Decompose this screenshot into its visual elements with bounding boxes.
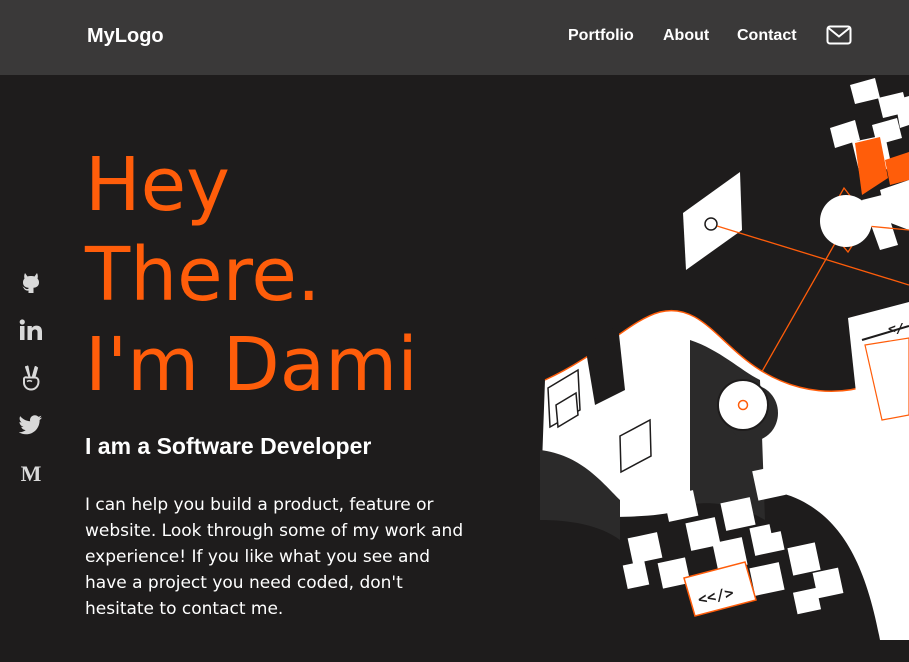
linkedin-icon[interactable] bbox=[18, 317, 44, 343]
envelope-icon[interactable] bbox=[826, 25, 852, 45]
hero-illustration: </ <</> bbox=[520, 75, 909, 658]
floating-panel bbox=[683, 172, 742, 270]
nav-link-about[interactable]: About bbox=[663, 27, 709, 45]
angellist-icon[interactable] bbox=[18, 365, 44, 391]
hero-line-name: I'm Dami bbox=[85, 322, 418, 408]
navbar: MyLogo Portfolio About Contact bbox=[0, 0, 909, 75]
hero-heading: Hey There. I'm Dami bbox=[85, 140, 418, 410]
hero-line-there: There. bbox=[85, 232, 321, 318]
node-circle-bottom bbox=[717, 379, 769, 431]
nav-link-portfolio[interactable]: Portfolio bbox=[568, 27, 634, 45]
code-tag-right: </ bbox=[888, 322, 904, 337]
nav-link-contact[interactable]: Contact bbox=[737, 27, 797, 45]
node-circle-top bbox=[820, 195, 872, 247]
site-logo[interactable]: MyLogo bbox=[87, 25, 164, 48]
hero-subtitle: I am a Software Developer bbox=[85, 433, 372, 459]
github-icon[interactable] bbox=[18, 269, 44, 295]
twitter-icon[interactable] bbox=[18, 412, 44, 438]
hero-bio: I can help you build a product, feature … bbox=[85, 495, 464, 619]
medium-icon[interactable]: M bbox=[18, 461, 44, 487]
hero-line-greeting: Hey bbox=[85, 142, 230, 228]
